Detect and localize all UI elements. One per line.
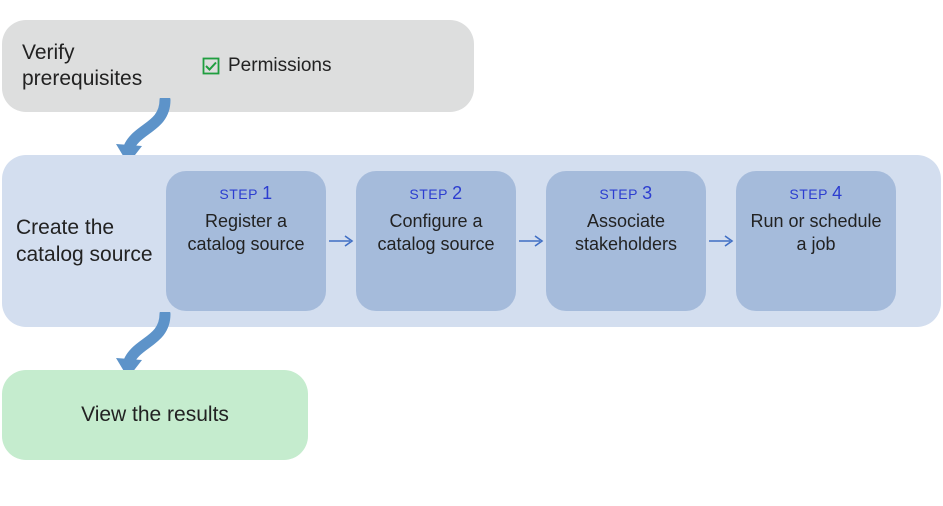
- phase-verify-prerequisites: Verify prerequisites Permissions: [2, 20, 474, 112]
- arrow-step-2-to-3: [516, 234, 546, 248]
- phase-create-title: Create the catalog source: [16, 214, 166, 269]
- arrow-right-icon: [518, 234, 544, 248]
- step-1-register: STEP 1 Register a catalog source: [166, 171, 326, 311]
- phase-create-catalog-source: Create the catalog source STEP 1 Registe…: [2, 155, 941, 327]
- step-label: STEP 2: [409, 183, 462, 204]
- step-4-run: STEP 4 Run or schedule a job: [736, 171, 896, 311]
- arrow-right-icon: [328, 234, 354, 248]
- permissions-label: Permissions: [228, 55, 331, 77]
- arrow-step-3-to-4: [706, 234, 736, 248]
- step-label: STEP 3: [599, 183, 652, 204]
- phase-verify-title: Verify prerequisites: [22, 40, 162, 93]
- arrow-step-1-to-2: [326, 234, 356, 248]
- step-2-configure: STEP 2 Configure a catalog source: [356, 171, 516, 311]
- permissions-item: Permissions: [202, 55, 331, 77]
- arrow-right-icon: [708, 234, 734, 248]
- step-3-associate: STEP 3 Associate stakeholders: [546, 171, 706, 311]
- step-label: STEP 1: [219, 183, 272, 204]
- phase-view-title: View the results: [81, 403, 229, 427]
- step-label: STEP 4: [789, 183, 842, 204]
- step-title: Register a catalog source: [174, 210, 318, 255]
- checkbox-checked-icon: [202, 57, 220, 75]
- steps-row: STEP 1 Register a catalog source STEP 2 …: [166, 171, 941, 311]
- step-title: Configure a catalog source: [364, 210, 508, 255]
- step-title: Run or schedule a job: [744, 210, 888, 255]
- step-title: Associate stakeholders: [554, 210, 698, 255]
- phase-view-results: View the results: [2, 370, 308, 460]
